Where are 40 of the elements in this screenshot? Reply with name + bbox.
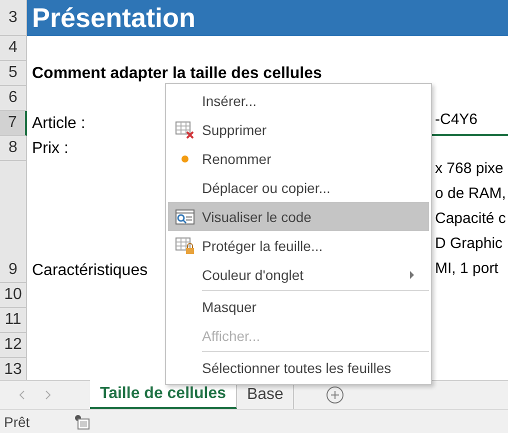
row-header[interactable]: 13	[0, 358, 27, 380]
menu-item[interactable]: Protéger la feuille...	[168, 231, 429, 260]
menu-item[interactable]: Visualiser le code	[168, 202, 429, 231]
cell-text: -C4Y6	[435, 111, 479, 130]
sheet-tab[interactable]: Taille de cellules	[90, 380, 237, 409]
row-header[interactable]: 4	[0, 36, 27, 61]
menu-item[interactable]: Couleur d'onglet	[168, 260, 429, 289]
status-text: Prêt	[4, 414, 30, 430]
cell-text: Article :	[32, 114, 86, 132]
macro-record-icon[interactable]	[74, 414, 90, 430]
cell-text: o de RAM,	[435, 184, 507, 204]
row-header[interactable]: 5	[0, 61, 27, 86]
row-header[interactable]: 6	[0, 86, 27, 111]
row-header[interactable]: 11	[0, 308, 27, 333]
cell-text: Caractéristiques	[32, 262, 148, 280]
cell-text: x 768 pixe	[435, 161, 504, 179]
row-header[interactable]: 3	[0, 0, 27, 36]
delete-table-icon	[175, 120, 195, 138]
menu-item[interactable]: Renommer	[168, 144, 429, 173]
menu-item[interactable]: Supprimer	[168, 115, 429, 144]
row-header[interactable]: 10	[0, 283, 27, 308]
menu-item[interactable]: Masquer	[168, 289, 429, 321]
cell-text: MI, 1 port	[435, 259, 500, 279]
cell-text: Prix :	[32, 140, 68, 158]
code-window-icon	[175, 208, 195, 224]
table-lock-icon	[175, 236, 195, 254]
row-header[interactable]: 8	[0, 136, 27, 161]
row-header[interactable]: 12	[0, 333, 27, 358]
row-header[interactable]: 9	[0, 161, 27, 283]
dot-icon	[181, 154, 189, 162]
menu-item[interactable]: Insérer...	[168, 86, 429, 115]
menu-item[interactable]: Déplacer ou copier...	[168, 173, 429, 202]
submenu-arrow-icon	[409, 270, 415, 280]
cell-text: Comment adapter la taille des cellules	[32, 64, 322, 82]
add-sheet-icon[interactable]	[326, 386, 344, 404]
cell-text: Capacité c	[435, 209, 507, 229]
menu-item[interactable]: Sélectionner toutes les feuilles	[168, 350, 429, 382]
sheet-title: Présentation	[32, 2, 196, 34]
cell-text: D Graphic	[435, 234, 504, 254]
row-header[interactable]: 7	[0, 111, 27, 136]
